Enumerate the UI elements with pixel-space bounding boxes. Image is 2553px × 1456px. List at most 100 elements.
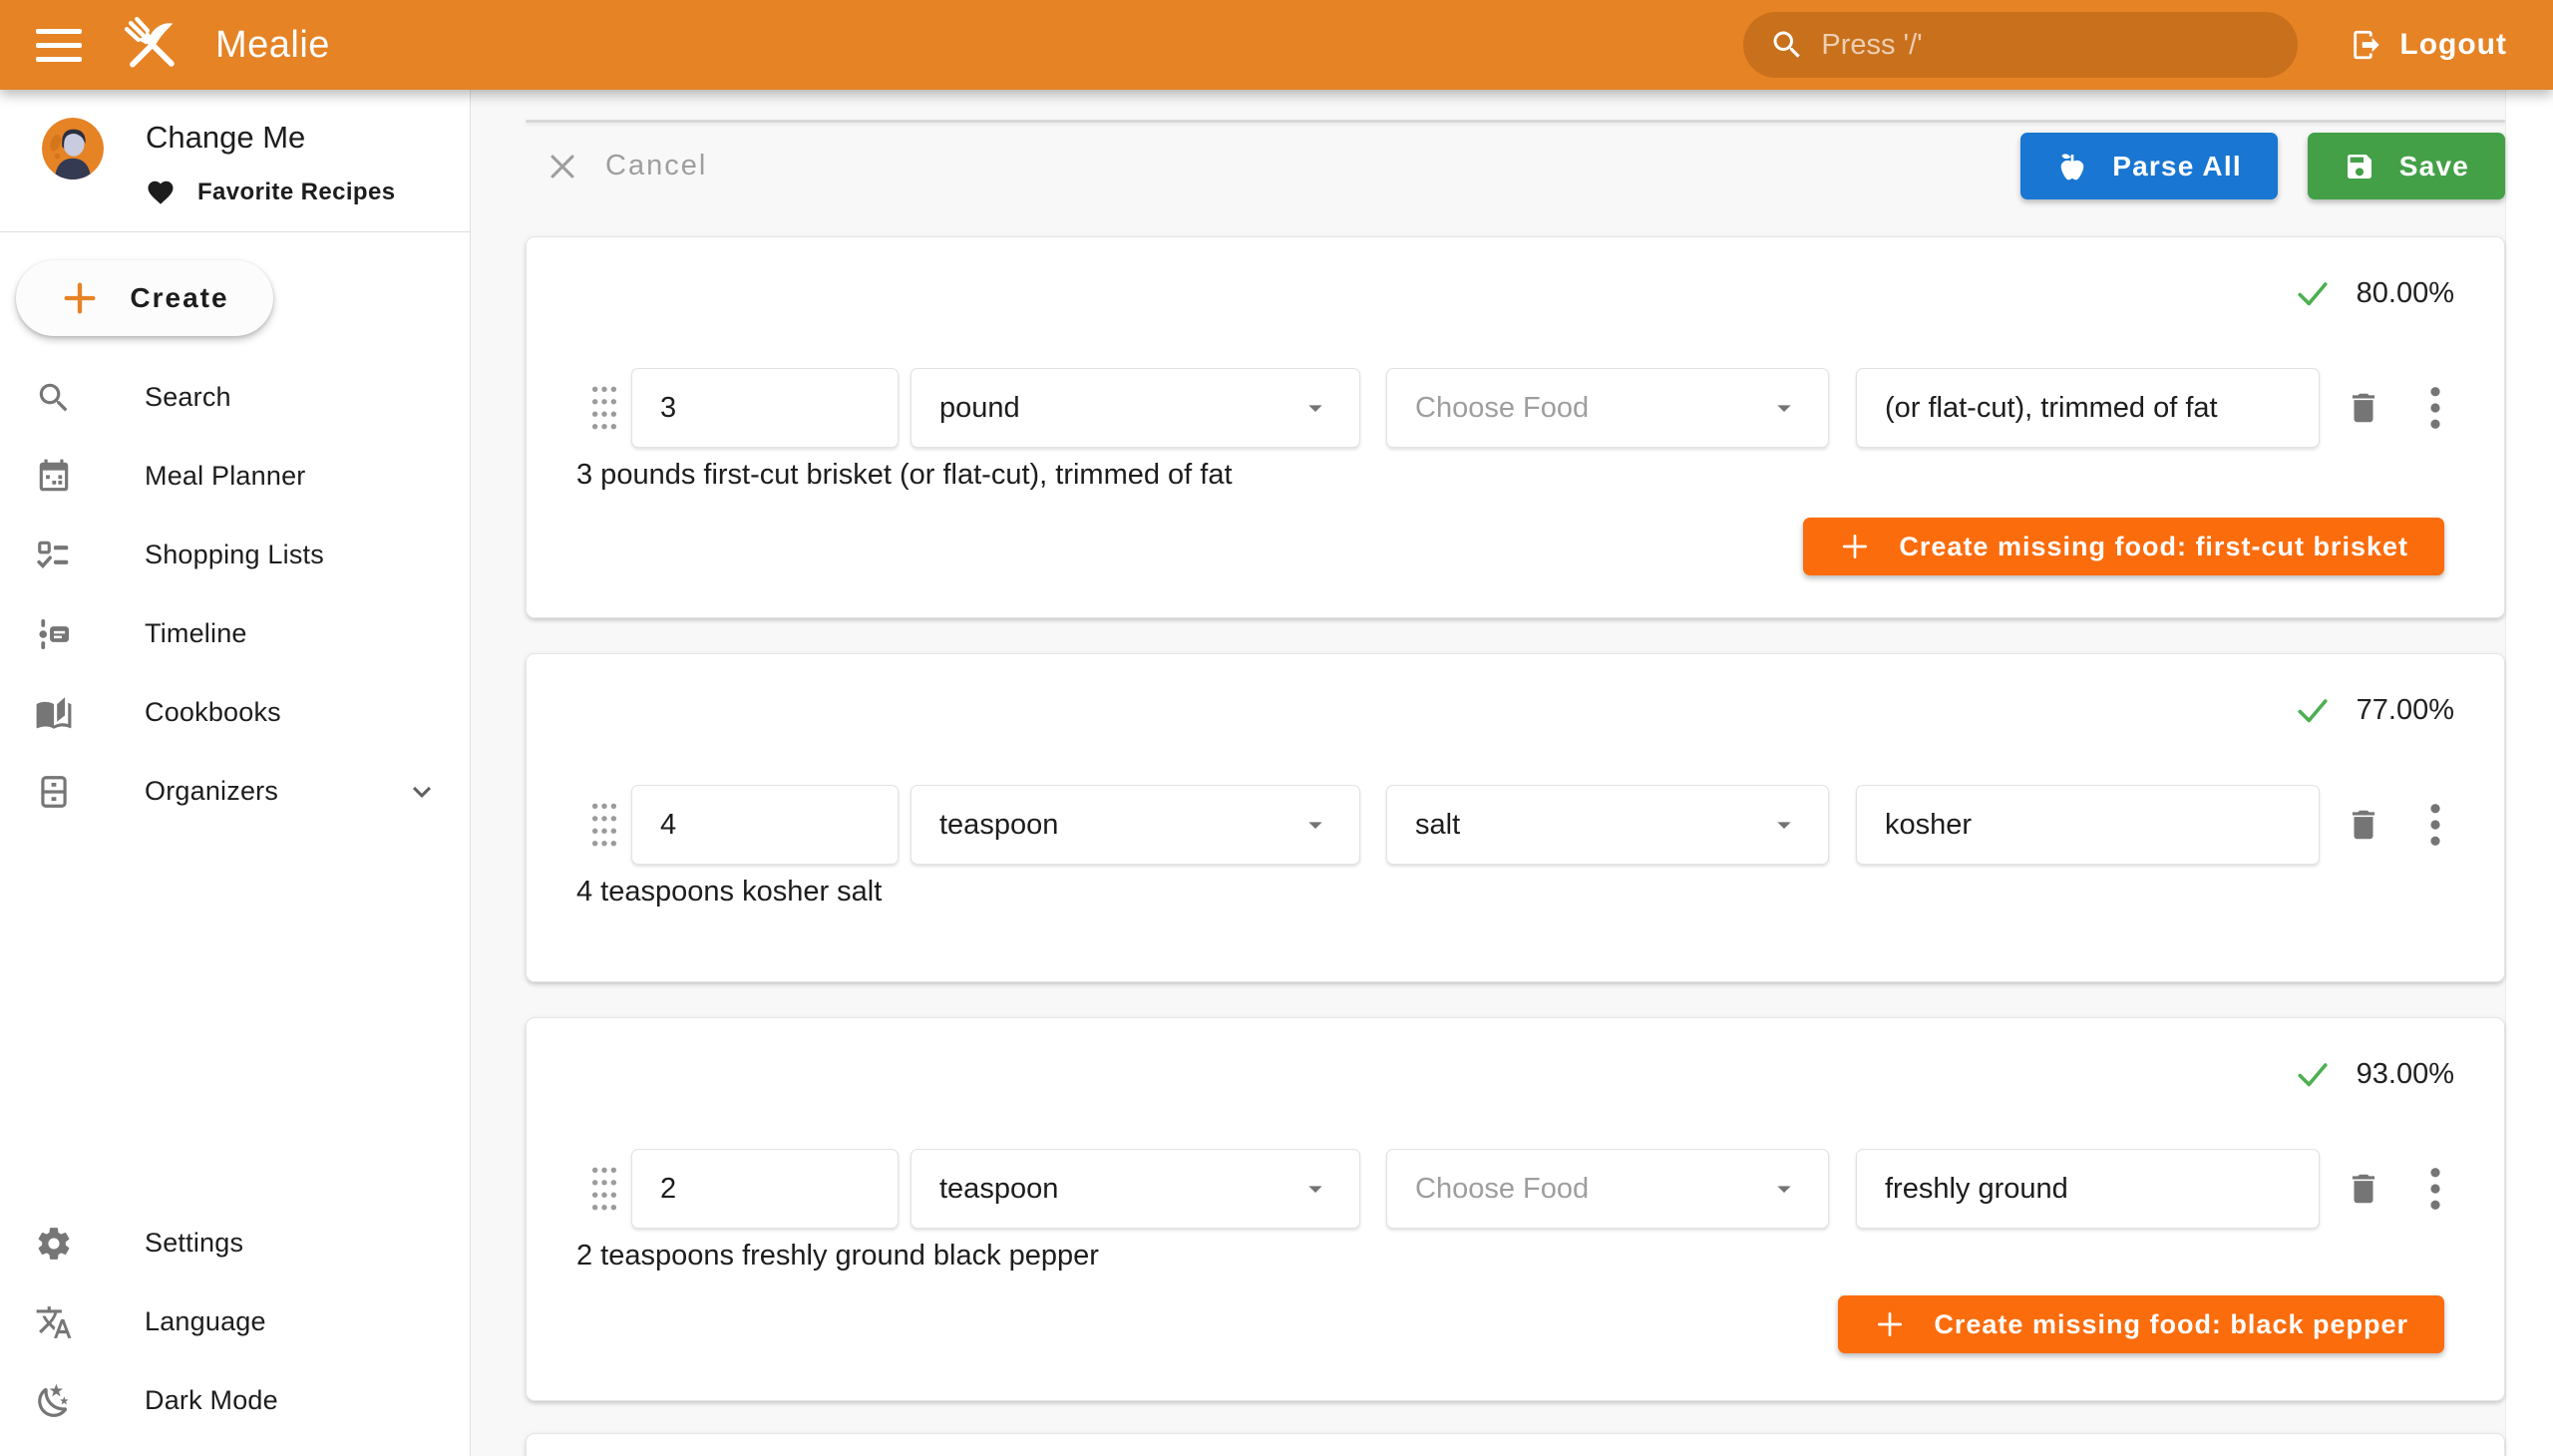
original-text: 4 teaspoons kosher salt (576, 876, 882, 909)
sidebar-item-language[interactable]: Language (0, 1282, 470, 1361)
food-placeholder: Choose Food (1415, 1173, 1589, 1206)
trash-icon (2345, 389, 2382, 427)
sidebar-item-cookbooks[interactable]: Cookbooks (0, 673, 470, 752)
food-select[interactable]: Choose Food (1386, 368, 1829, 448)
menu-down-icon (1768, 1173, 1800, 1205)
sidebar-item-label: Organizers (145, 776, 278, 807)
logout-button[interactable]: Logout (2334, 16, 2523, 74)
kebab-icon (2428, 802, 2442, 848)
food-select[interactable]: salt (1386, 785, 1829, 865)
scrolled-card-edge (526, 120, 2505, 123)
search-bar[interactable] (1743, 12, 2298, 78)
calendar-icon (35, 458, 73, 496)
sidebar: Change Me Favorite Recipes Create (0, 90, 471, 1456)
drag-handle[interactable] (587, 381, 621, 435)
save-button[interactable]: Save (2308, 133, 2505, 199)
logout-icon (2350, 28, 2383, 62)
unit-value: teaspoon (939, 1173, 1058, 1206)
menu-down-icon (1299, 1173, 1331, 1205)
delete-button[interactable] (2342, 1165, 2385, 1213)
kebab-icon (2428, 385, 2442, 431)
unit-value: pound (939, 392, 1020, 425)
menu-down-icon (1768, 392, 1800, 424)
sidebar-item-search[interactable]: Search (0, 358, 470, 437)
user-section: Change Me Favorite Recipes (0, 90, 470, 231)
sidebar-item-organizers[interactable]: Organizers (0, 752, 470, 831)
note-input[interactable] (1856, 368, 2320, 448)
parser-toolbar: Cancel Parse All Save (526, 133, 2505, 199)
confidence-value: 80.00% (2357, 277, 2454, 310)
menu-down-icon (1768, 809, 1800, 841)
sidebar-item-dark-mode[interactable]: Dark Mode (0, 1361, 470, 1440)
more-menu-button[interactable] (2415, 801, 2455, 849)
favorite-recipes-link[interactable]: Favorite Recipes (146, 178, 395, 207)
drag-handle[interactable] (587, 798, 621, 852)
sidebar-item-label: Shopping Lists (145, 540, 324, 570)
create-missing-food-label: Create missing food: first-cut brisket (1899, 532, 2408, 562)
confidence-badge: 77.00% (2295, 692, 2454, 728)
check-icon (2295, 275, 2331, 311)
create-missing-food-button[interactable]: Create missing food: black pepper (1838, 1295, 2444, 1353)
parse-all-button[interactable]: Parse All (2020, 133, 2278, 199)
cancel-button[interactable]: Cancel (526, 150, 727, 183)
checklist-icon (35, 537, 73, 574)
main-content: Cancel Parse All Save (471, 90, 2553, 1456)
quantity-input[interactable] (631, 1149, 899, 1229)
menu-down-icon (1299, 809, 1331, 841)
gear-icon (35, 1225, 73, 1263)
moon-stars-icon (35, 1382, 73, 1420)
delete-button[interactable] (2342, 801, 2385, 849)
sidebar-item-shopping-lists[interactable]: Shopping Lists (0, 516, 470, 594)
trash-icon (2345, 1170, 2382, 1208)
unit-select[interactable]: pound (911, 368, 1360, 448)
mealie-logo-icon (116, 9, 187, 81)
favorites-label: Favorite Recipes (197, 179, 395, 206)
plus-icon (60, 278, 100, 318)
user-name: Change Me (146, 120, 395, 156)
chevron-down-icon (404, 774, 440, 810)
confidence-value: 93.00% (2357, 1058, 2454, 1091)
create-missing-food-label: Create missing food: black pepper (1934, 1309, 2408, 1340)
sidebar-item-label: Meal Planner (145, 461, 306, 492)
note-input[interactable] (1856, 785, 2320, 865)
timeline-icon (35, 615, 73, 653)
create-label: Create (130, 282, 228, 314)
apple-icon (2056, 151, 2088, 182)
original-text: 3 pounds first-cut brisket (or flat-cut)… (576, 459, 1233, 492)
search-input[interactable] (1821, 29, 2272, 62)
unit-select[interactable]: teaspoon (911, 785, 1360, 865)
organizers-icon (35, 773, 73, 811)
confidence-badge: 93.00% (2295, 1056, 2454, 1092)
sidebar-nav: Search Meal Planner Shopping Lists (0, 358, 470, 831)
plus-icon (1839, 531, 1871, 562)
unit-select[interactable]: teaspoon (911, 1149, 1360, 1229)
create-missing-food-button[interactable]: Create missing food: first-cut brisket (1803, 518, 2444, 575)
more-menu-button[interactable] (2415, 384, 2455, 432)
delete-button[interactable] (2342, 384, 2385, 432)
save-icon (2344, 151, 2375, 182)
sidebar-item-timeline[interactable]: Timeline (0, 594, 470, 673)
sidebar-item-label: Timeline (145, 618, 247, 649)
close-icon (546, 150, 579, 183)
plus-icon (1874, 1308, 1906, 1340)
ingredient-card: 77.00% teaspoon salt (526, 653, 2505, 982)
sidebar-item-meal-planner[interactable]: Meal Planner (0, 437, 470, 516)
search-icon (1769, 27, 1805, 63)
note-input[interactable] (1856, 1149, 2320, 1229)
search-icon (35, 379, 73, 417)
kebab-icon (2428, 1166, 2442, 1212)
quantity-input[interactable] (631, 368, 899, 448)
food-placeholder: Choose Food (1415, 392, 1589, 425)
food-select[interactable]: Choose Food (1386, 1149, 1829, 1229)
drag-handle[interactable] (587, 1162, 621, 1216)
cancel-label: Cancel (605, 150, 707, 182)
sidebar-item-settings[interactable]: Settings (0, 1204, 470, 1282)
user-avatar[interactable] (42, 118, 104, 180)
sidebar-item-label: Search (145, 382, 231, 413)
quantity-input[interactable] (631, 785, 899, 865)
more-menu-button[interactable] (2415, 1165, 2455, 1213)
app-bar: Mealie Logout (0, 0, 2553, 90)
translate-icon (35, 1303, 73, 1341)
create-button[interactable]: Create (16, 260, 273, 336)
menu-toggle-button[interactable] (30, 16, 88, 74)
